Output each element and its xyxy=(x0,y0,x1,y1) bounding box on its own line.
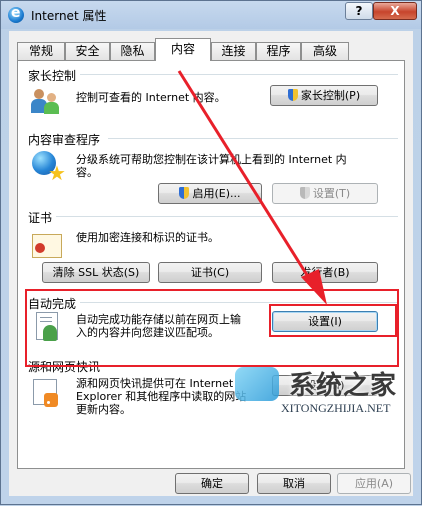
window-title: Internet 属性 xyxy=(31,9,107,23)
parental-controls-button[interactable]: 家长控制(P) xyxy=(270,85,378,106)
advisor-description-line2: 容。 xyxy=(76,166,98,179)
certificates-divider xyxy=(56,216,398,217)
title-bar[interactable]: Internet 属性 ? X xyxy=(1,1,421,29)
parental-description: 控制可查看的 Internet 内容。 xyxy=(76,91,226,104)
content-advisor-title: 内容审查程序 xyxy=(28,133,101,147)
parental-controls-icon xyxy=(30,85,62,117)
tab-privacy[interactable]: 隐私 xyxy=(110,42,155,60)
publishers-button[interactable]: 发行者(B) xyxy=(272,262,378,283)
content-advisor-globe-icon: ★ xyxy=(30,149,66,183)
tab-advanced[interactable]: 高级 xyxy=(301,42,349,60)
cancel-button[interactable]: 取消 xyxy=(257,473,331,494)
feeds-rss-icon xyxy=(30,377,62,409)
apply-button[interactable]: 应用(A) xyxy=(337,473,411,494)
tab-connections[interactable]: 连接 xyxy=(211,42,256,60)
watermark-text-en: XITONGZHIJIA.NET xyxy=(281,401,391,415)
certificate-icon xyxy=(30,229,62,261)
feeds-description-line2: Explorer 和其他程序中读取的网站 xyxy=(76,390,247,403)
clear-ssl-state-button[interactable]: 清除 SSL 状态(S) xyxy=(42,262,150,283)
parental-controls-title: 家长控制 xyxy=(28,69,77,83)
parental-divider xyxy=(80,74,398,75)
feeds-description-line1: 源和网页快讯提供可在 Internet xyxy=(76,377,234,390)
star-icon: ★ xyxy=(48,161,66,185)
tab-content[interactable]: 内容 xyxy=(155,38,211,61)
uac-shield-icon xyxy=(179,187,190,199)
advisor-divider xyxy=(108,138,398,139)
close-button[interactable]: X xyxy=(373,2,417,20)
tab-programs[interactable]: 程序 xyxy=(256,42,301,60)
watermark-text-cn: 系统之家 xyxy=(289,371,398,401)
tab-general[interactable]: 常规 xyxy=(17,42,65,60)
internet-explorer-icon xyxy=(8,5,24,23)
certificates-button[interactable]: 证书(C) xyxy=(158,262,262,283)
dialog-client-area: 常规 安全 隐私 内容 连接 程序 高级 家长控制 控制可查看的 Interne… xyxy=(9,31,413,496)
ok-button[interactable]: 确定 xyxy=(175,473,249,494)
certificates-title: 证书 xyxy=(28,211,53,225)
advisor-settings-button[interactable]: 设置(T) xyxy=(272,183,378,204)
certificates-description: 使用加密连接和标识的证书。 xyxy=(76,231,219,244)
feeds-description-line3: 更新内容。 xyxy=(76,403,131,416)
enable-advisor-button[interactable]: 启用(E)... xyxy=(158,183,262,204)
tab-security[interactable]: 安全 xyxy=(65,42,110,60)
site-watermark: 系统之家 XITONGZHIJIA.NET xyxy=(235,361,419,421)
help-button[interactable]: ? xyxy=(345,2,373,20)
uac-shield-icon xyxy=(299,187,310,199)
uac-shield-icon xyxy=(287,89,298,101)
autocomplete-settings-highlight xyxy=(269,304,397,337)
internet-options-dialog: Internet 属性 ? X 常规 安全 隐私 内容 连接 程序 高级 家长控… xyxy=(0,0,422,505)
advisor-description-line1: 分级系统可帮助您控制在该计算机上看到的 Internet 内 xyxy=(76,153,347,166)
watermark-logo-icon xyxy=(235,367,279,401)
